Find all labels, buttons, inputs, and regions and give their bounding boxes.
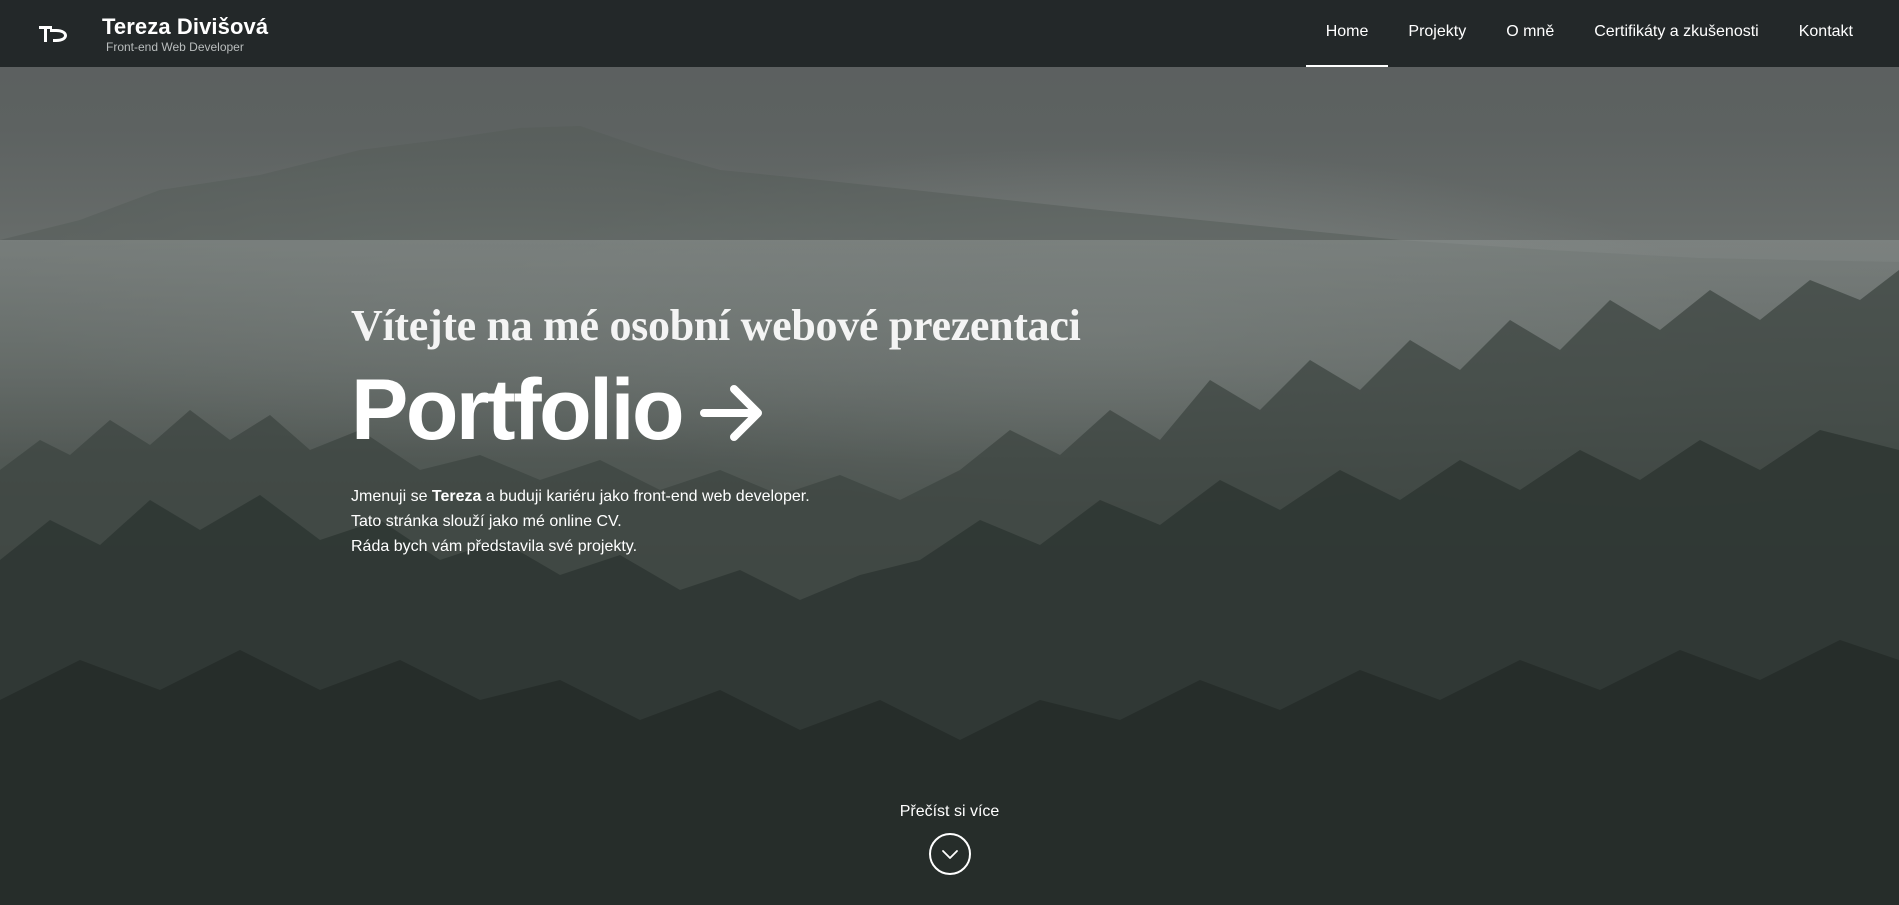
nav-item-kontakt[interactable]: Kontakt <box>1779 0 1873 67</box>
brand-name: Tereza Divišová <box>102 13 269 39</box>
read-more-button[interactable] <box>928 833 971 875</box>
intro-line-1-start: Jmenuji se <box>351 488 432 505</box>
page: Tereza Divišová Front-end Web Developer … <box>0 0 1899 905</box>
arrow-right-icon <box>700 385 762 441</box>
hero-welcome-heading: Vítejte na mé osobní webové prezentaci <box>351 301 1081 350</box>
portfolio-link[interactable]: Portfolio <box>351 362 1081 458</box>
nav-item-projekty[interactable]: Projekty <box>1388 0 1486 67</box>
intro-line-1-end: a buduji kariéru jako front-end web deve… <box>481 488 810 505</box>
logo-td-mark <box>39 25 67 42</box>
nav-item-home[interactable]: Home <box>1305 0 1389 67</box>
nav-item-certifikaty[interactable]: Certifikáty a zkušenosti <box>1574 0 1779 67</box>
logo-icon[interactable] <box>38 22 70 46</box>
intro-line-1: Jmenuji se Tereza a buduji kariéru jako … <box>351 484 1081 509</box>
intro-line-2: Tato stránka slouží jako mé online CV. <box>351 513 622 530</box>
brand-subtitle: Front-end Web Developer <box>106 39 244 54</box>
chevron-down-icon <box>941 850 958 859</box>
hero-intro: Jmenuji se Tereza a buduji kariéru jako … <box>351 484 1081 559</box>
main-nav: Home Projekty O mně Certifikáty a zkušen… <box>1305 0 1873 67</box>
intro-name: Tereza <box>431 488 482 505</box>
read-more-label[interactable]: Přečíst si více <box>900 801 1000 823</box>
intro-line-3: Ráda bych vám představila své projekty. <box>351 538 638 555</box>
navbar: Tereza Divišová Front-end Web Developer … <box>0 0 1899 67</box>
nav-item-o-mne[interactable]: O mně <box>1486 0 1574 67</box>
brand[interactable]: Tereza Divišová Front-end Web Developer <box>102 14 268 54</box>
hero-content: Vítejte na mé osobní webové prezentaci P… <box>351 300 1081 559</box>
hero-title: Portfolio <box>351 362 685 458</box>
read-more: Přečíst si více <box>0 801 1899 875</box>
